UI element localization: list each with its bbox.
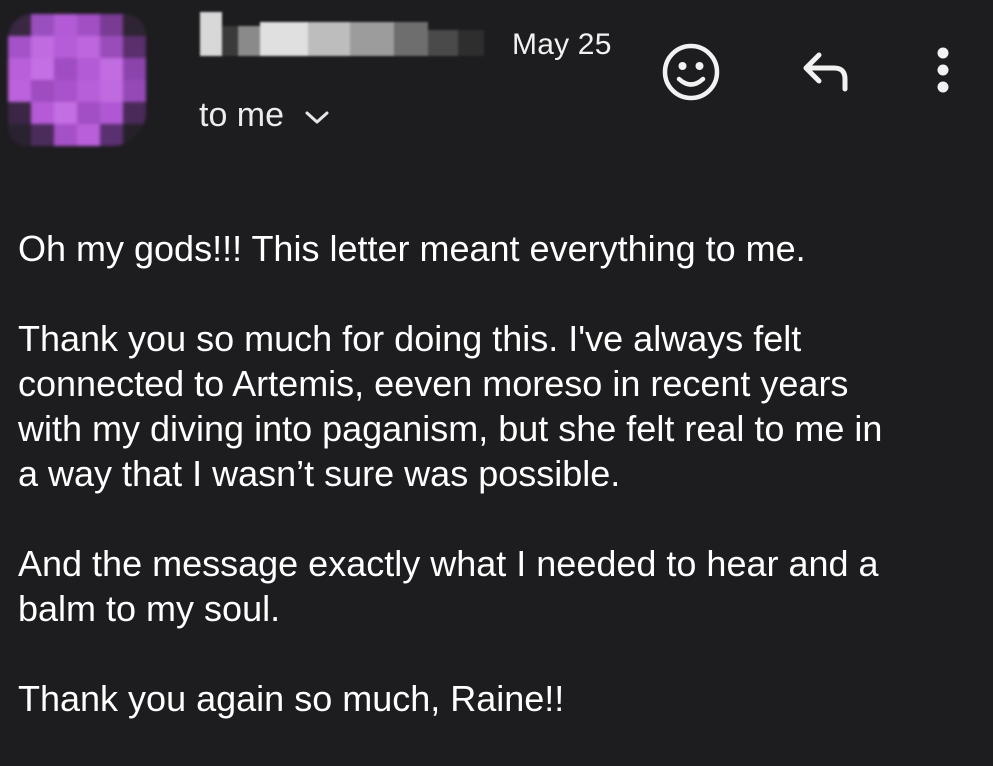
body-line: Thank you so much for doing this. I've a… xyxy=(18,318,802,359)
more-options-button[interactable] xyxy=(916,36,970,108)
reply-icon xyxy=(796,47,856,102)
body-line: And the message exactly what I needed to… xyxy=(18,543,879,584)
body-line: with my diving into paganism, but she fe… xyxy=(18,408,883,449)
more-vertical-icon xyxy=(933,42,953,103)
body-line: a way that I wasn’t sure was possible. xyxy=(18,453,621,494)
body-line: balm to my soul. xyxy=(18,588,281,629)
email-date: May 25 xyxy=(512,28,612,61)
email-header: May 25 to me xyxy=(0,0,993,190)
sender-name-redacted[interactable] xyxy=(200,6,485,56)
body-line: connected to Artemis, eeven moreso in re… xyxy=(18,363,849,404)
recipient-toggle[interactable]: to me xyxy=(199,96,330,135)
body-paragraph: Thank you so much for doing this. I've a… xyxy=(18,316,978,496)
smiley-icon xyxy=(659,40,723,109)
body-line: Oh my gods!!! This letter meant everythi… xyxy=(18,228,806,269)
reply-button[interactable] xyxy=(790,38,862,110)
add-reaction-button[interactable] xyxy=(655,38,727,110)
chevron-down-icon xyxy=(304,110,330,126)
body-paragraph: Oh my gods!!! This letter meant everythi… xyxy=(18,226,978,271)
email-body: Oh my gods!!! This letter meant everythi… xyxy=(18,226,978,766)
recipient-label: to me xyxy=(199,96,285,134)
body-line: Thank you again so much, Raine!! xyxy=(18,678,565,719)
body-paragraph: And the message exactly what I needed to… xyxy=(18,541,978,631)
body-paragraph: Thank you again so much, Raine!! xyxy=(18,676,978,721)
avatar[interactable] xyxy=(8,14,146,146)
